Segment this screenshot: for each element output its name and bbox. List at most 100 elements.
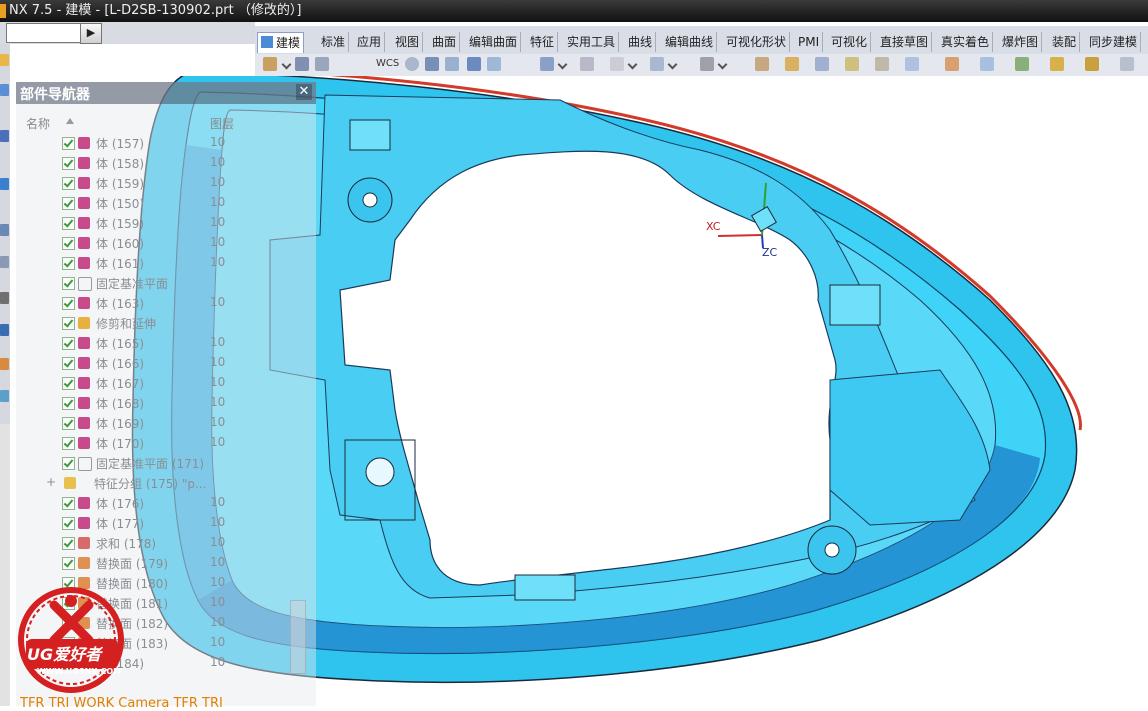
visibility-checkbox[interactable] [62, 377, 75, 390]
visibility-checkbox[interactable] [62, 157, 75, 170]
visibility-checkbox[interactable] [62, 237, 75, 250]
hole-icon[interactable] [405, 57, 419, 71]
list-item[interactable]: 体 (177) 10 [20, 514, 302, 534]
assembly-navigator-icon[interactable] [0, 54, 9, 66]
display-icon[interactable] [1050, 57, 1064, 71]
edge-blend-icon[interactable] [755, 57, 769, 71]
move-icon[interactable] [540, 57, 554, 71]
list-item[interactable]: 修剪和延伸 [20, 314, 302, 334]
manufacturing-wizard-icon[interactable] [0, 324, 9, 336]
visibility-checkbox[interactable] [62, 257, 75, 270]
extract-icon[interactable] [650, 57, 664, 71]
navigator-scrollbar[interactable] [290, 600, 306, 674]
tab-view[interactable]: 视图 [392, 32, 424, 52]
history-icon[interactable] [0, 224, 9, 236]
tab-curve[interactable]: 曲线 [625, 32, 657, 52]
subtract-icon[interactable] [487, 57, 501, 71]
list-item[interactable]: 体 (158) 10 [20, 154, 302, 174]
tab-modeling[interactable]: 建模 [257, 32, 305, 53]
visibility-checkbox[interactable] [62, 497, 75, 510]
visibility-checkbox[interactable] [62, 537, 75, 550]
analysis-icon[interactable] [980, 57, 994, 71]
list-item[interactable]: 固定基准平面 (171) [20, 454, 302, 474]
list-item[interactable]: 体 (161) 10 [20, 254, 302, 274]
list-item[interactable]: 体 (176) 10 [20, 494, 302, 514]
view-icon[interactable] [1120, 57, 1134, 71]
visibility-checkbox[interactable] [62, 177, 75, 190]
reuse-library-icon[interactable] [0, 178, 9, 190]
expand-icon[interactable]: + [46, 475, 56, 489]
list-item[interactable]: 体 (170) 10 [20, 434, 302, 454]
part-navigator-icon[interactable] [0, 130, 9, 142]
tab-visual-shape[interactable]: 可视化形状 [723, 32, 791, 52]
close-icon[interactable]: ✕ [296, 84, 312, 100]
tab-edit-curve[interactable]: 编辑曲线 [662, 32, 718, 52]
list-item[interactable]: 体 (168) 10 [20, 394, 302, 414]
render-icon[interactable] [1085, 57, 1099, 71]
visibility-checkbox[interactable] [62, 337, 75, 350]
tab-standard[interactable]: 标准 [318, 32, 350, 52]
tab-sync-modeling[interactable]: 同步建模 [1086, 32, 1142, 52]
chamfer-icon[interactable] [785, 57, 799, 71]
sort-ascending-icon[interactable] [66, 118, 74, 124]
tab-feature[interactable]: 特征 [527, 32, 559, 52]
dropdown-arrow-icon[interactable] [667, 59, 678, 70]
unite-icon[interactable] [467, 57, 481, 71]
list-item[interactable]: 体 (166) 10 [20, 354, 302, 374]
tab-application[interactable]: 应用 [354, 32, 386, 52]
line-icon[interactable] [700, 57, 714, 71]
list-item[interactable]: 体 (167) 10 [20, 374, 302, 394]
visibility-checkbox[interactable] [62, 197, 75, 210]
pad-icon[interactable] [445, 57, 459, 71]
list-item[interactable]: 体 (160) 10 [20, 234, 302, 254]
visibility-checkbox[interactable] [62, 557, 75, 570]
visibility-checkbox[interactable] [62, 437, 75, 450]
tab-exploded-view[interactable]: 爆炸图 [999, 32, 1043, 52]
tab-surface[interactable]: 曲面 [429, 32, 461, 52]
tab-direct-sketch[interactable]: 直接草图 [877, 32, 933, 52]
dropdown-arrow-icon[interactable] [717, 59, 728, 70]
dropdown-arrow-icon[interactable] [557, 59, 568, 70]
type-filter-dropdown[interactable] [6, 23, 82, 43]
name-column-header[interactable]: 名称 [26, 115, 50, 132]
pattern-icon[interactable] [610, 57, 624, 71]
visibility-checkbox[interactable] [62, 297, 75, 310]
visibility-checkbox[interactable] [62, 217, 75, 230]
tab-utilities[interactable]: 实用工具 [564, 32, 620, 52]
list-item[interactable]: 体 (163) 10 [20, 294, 302, 314]
roles-icon[interactable] [0, 358, 9, 370]
draft-icon[interactable] [905, 57, 919, 71]
wcs-label[interactable]: WCS [376, 58, 399, 69]
list-item[interactable]: 体 (159) 10 [20, 174, 302, 194]
list-item[interactable]: + 特征分组 (175) "p... [20, 474, 302, 494]
datum-icon[interactable] [295, 57, 309, 71]
tab-visualization[interactable]: 可视化 [828, 32, 872, 52]
visibility-checkbox[interactable] [62, 137, 75, 150]
measure-icon[interactable] [945, 57, 959, 71]
constraint-navigator-icon[interactable] [0, 84, 9, 96]
system-materials-icon[interactable] [0, 256, 9, 268]
dropdown-arrow-icon[interactable] [281, 59, 292, 70]
mirror-icon[interactable] [580, 57, 594, 71]
list-item[interactable]: 体 (157) 10 [20, 134, 302, 154]
boss-icon[interactable] [425, 57, 439, 71]
visibility-checkbox[interactable] [62, 397, 75, 410]
visibility-checkbox[interactable] [62, 277, 75, 290]
list-item[interactable]: 体 (169) 10 [20, 414, 302, 434]
trim-body-icon[interactable] [845, 57, 859, 71]
list-item[interactable]: 求和 (178) 10 [20, 534, 302, 554]
tab-pmi[interactable]: PMI [795, 32, 824, 52]
list-item[interactable]: 体 (150) 10 [20, 194, 302, 214]
sketch-icon[interactable] [263, 57, 277, 71]
visibility-checkbox[interactable] [62, 457, 75, 470]
list-item[interactable]: 固定基准平面 [20, 274, 302, 294]
tab-edit-surface[interactable]: 编辑曲面 [466, 32, 522, 52]
visibility-checkbox[interactable] [62, 317, 75, 330]
shell-icon[interactable] [815, 57, 829, 71]
process-studio-icon[interactable] [0, 292, 9, 304]
expand-arrow-button[interactable]: ▶ [80, 23, 102, 44]
visibility-checkbox[interactable] [62, 517, 75, 530]
list-item[interactable]: 体 (165) 10 [20, 334, 302, 354]
list-item[interactable]: 替换面 (179) 10 [20, 554, 302, 574]
list-item[interactable]: 体 (159) 10 [20, 214, 302, 234]
